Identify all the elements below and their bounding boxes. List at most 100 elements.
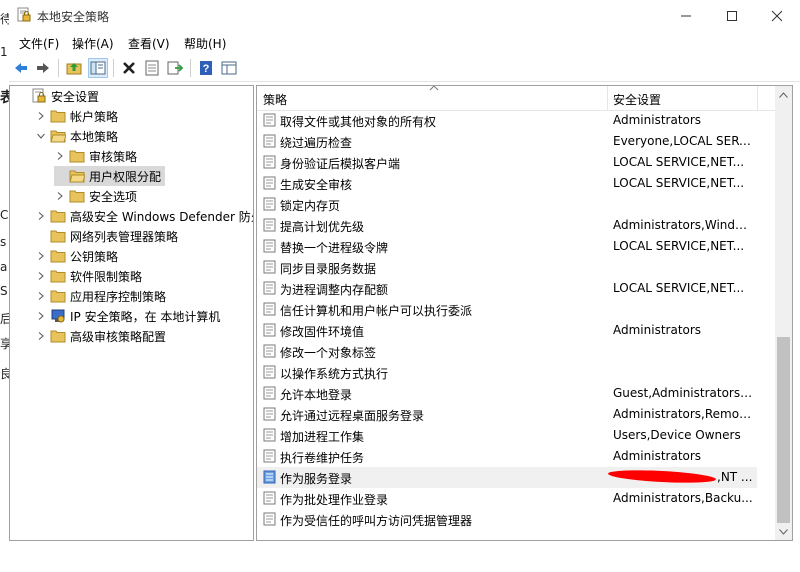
- tree-item-label: 审核策略: [89, 149, 138, 164]
- tree-item-windows-defender-firewall[interactable]: 高级安全 Windows Defender 防火墙: [35, 206, 253, 226]
- view-button[interactable]: [219, 58, 239, 78]
- tree-item-account-policies[interactable]: 帐户策略: [35, 106, 118, 126]
- up-folder-button[interactable]: [64, 58, 84, 78]
- tree-item-local-policies[interactable]: 本地策略: [35, 126, 118, 146]
- tree-item-label: 应用程序控制策略: [70, 289, 167, 304]
- background-char: 良: [0, 367, 9, 381]
- scrollbar-thumb[interactable]: [777, 337, 790, 523]
- scroll-up-button[interactable]: [775, 86, 792, 103]
- policy-row[interactable]: 同步目录服务数据: [257, 257, 757, 278]
- policy-row[interactable]: 作为服务登录 ,NT ...: [257, 467, 757, 488]
- tree-item-user-rights-assignment[interactable]: 用户权限分配: [54, 166, 166, 186]
- policy-icon: [263, 344, 276, 358]
- tree-item-advanced-audit[interactable]: 高级审核策略配置: [35, 326, 166, 346]
- expand-chevron-icon[interactable]: [35, 210, 47, 222]
- forward-button[interactable]: [33, 58, 53, 78]
- policy-row[interactable]: 信任计算机和用户帐户可以执行委派: [257, 299, 757, 320]
- menu-file[interactable]: 文件(F): [19, 35, 59, 52]
- policy-setting: LOCAL SERVICE,NET...: [613, 239, 745, 253]
- expand-chevron-icon[interactable]: [35, 250, 47, 262]
- tree-item-label: 用户权限分配: [89, 169, 162, 184]
- background-char: S: [0, 284, 8, 298]
- menu-help[interactable]: 帮助(H): [184, 35, 226, 52]
- folder-icon: [50, 290, 66, 303]
- expand-chevron-icon[interactable]: [35, 290, 47, 302]
- menu-action[interactable]: 操作(A): [72, 35, 114, 52]
- policy-row[interactable]: 绕过遍历检查 Everyone,LOCAL SERV...: [257, 131, 757, 152]
- tree-item-label: 高级审核策略配置: [70, 329, 167, 344]
- policy-row[interactable]: 提高计划优先级 Administrators,Windo...: [257, 215, 757, 236]
- tree-item-software-restriction[interactable]: 软件限制策略: [35, 266, 142, 286]
- policy-row[interactable]: 允许本地登录 Guest,Administrators,...: [257, 383, 757, 404]
- background-char: 待: [0, 12, 9, 26]
- maximize-button[interactable]: [709, 0, 755, 31]
- policy-icon: [263, 260, 276, 274]
- policy-setting: Administrators: [613, 449, 702, 463]
- background-char: a: [0, 260, 8, 274]
- collapse-chevron-icon[interactable]: [35, 130, 47, 142]
- policy-row[interactable]: 增加进程工作集 Users,Device Owners: [257, 425, 757, 446]
- policy-setting: Administrators,Windo...: [613, 218, 753, 232]
- folder-icon: [50, 210, 66, 223]
- expand-chevron-icon[interactable]: [35, 110, 47, 122]
- column-divider[interactable]: [757, 86, 758, 110]
- tree-item-application-control[interactable]: 应用程序控制策略: [35, 286, 166, 306]
- policy-icon: [263, 512, 276, 526]
- policy-row[interactable]: 取得文件或其他对象的所有权 Administrators: [257, 110, 757, 131]
- properties-icon: [145, 60, 159, 76]
- expand-chevron-icon[interactable]: [35, 330, 47, 342]
- policy-row[interactable]: 修改固件环境值 Administrators: [257, 320, 757, 341]
- column-header-policy[interactable]: 策略: [263, 91, 287, 108]
- policy-row[interactable]: 作为受信任的呼叫方访问凭据管理器: [257, 509, 757, 530]
- properties-button[interactable]: [142, 58, 162, 78]
- tree-item-public-key-policies[interactable]: 公钥策略: [35, 246, 118, 266]
- policy-name: 提高计划优先级: [280, 220, 365, 234]
- expand-chevron-icon[interactable]: [54, 150, 66, 162]
- export-list-button[interactable]: [165, 58, 185, 78]
- policy-row[interactable]: 以操作系统方式执行: [257, 362, 757, 383]
- svg-text:?: ?: [203, 63, 210, 75]
- policy-row[interactable]: 为进程调整内存配额 LOCAL SERVICE,NET...: [257, 278, 757, 299]
- policy-row[interactable]: 生成安全审核 LOCAL SERVICE,NET...: [257, 173, 757, 194]
- policy-name: 替换一个进程级令牌: [280, 241, 389, 255]
- expand-chevron-icon[interactable]: [35, 270, 47, 282]
- policy-setting: ,NT ...: [717, 470, 753, 484]
- policy-name: 允许通过远程桌面服务登录: [280, 409, 425, 423]
- policy-row[interactable]: 身份验证后模拟客户端 LOCAL SERVICE,NET...: [257, 152, 757, 173]
- tree-item-security-settings[interactable]: 安全设置: [16, 86, 99, 106]
- minimize-icon: [681, 15, 691, 16]
- policy-row[interactable]: 允许通过远程桌面服务登录 Administrators,Remot...: [257, 404, 757, 425]
- policy-row[interactable]: 修改一个对象标签: [257, 341, 757, 362]
- column-header-setting[interactable]: 安全设置: [613, 91, 661, 108]
- tree-item-audit-policy[interactable]: 审核策略: [54, 146, 137, 166]
- expand-chevron-icon[interactable]: [35, 310, 47, 322]
- policy-icon: [263, 302, 276, 316]
- minimize-button[interactable]: [663, 0, 709, 31]
- policy-name: 生成安全审核: [280, 178, 353, 192]
- policy-icon: [263, 134, 276, 148]
- back-button[interactable]: [11, 58, 31, 78]
- show-hide-tree-button[interactable]: [88, 58, 108, 78]
- tree-item-label: 安全选项: [89, 189, 138, 204]
- column-divider[interactable]: [607, 86, 608, 110]
- delete-button[interactable]: [119, 58, 139, 78]
- scroll-up-icon: [779, 91, 788, 98]
- tree-item-security-options[interactable]: 安全选项: [54, 186, 137, 206]
- policy-row[interactable]: 作为批处理作业登录 Administrators,Backu...: [257, 488, 757, 509]
- policy-icon: [263, 239, 276, 253]
- expand-chevron-icon[interactable]: [54, 190, 66, 202]
- policy-row[interactable]: 替换一个进程级令牌 LOCAL SERVICE,NET...: [257, 236, 757, 257]
- policy-name: 身份验证后模拟客户端: [280, 157, 401, 171]
- scroll-down-button[interactable]: [775, 523, 792, 540]
- tree-item-label: 网络列表管理器策略: [70, 229, 179, 244]
- close-button[interactable]: [754, 0, 800, 31]
- tree-item-label: 帐户策略: [70, 109, 119, 124]
- menu-view[interactable]: 查看(V): [128, 35, 170, 52]
- tree-item-network-list-manager[interactable]: 网络列表管理器策略: [35, 226, 178, 246]
- help-button[interactable]: ?: [196, 58, 216, 78]
- vertical-scrollbar[interactable]: [775, 86, 792, 540]
- tree-item-ip-security[interactable]: IP 安全策略，在 本地计算机: [35, 306, 220, 326]
- policy-row[interactable]: 执行卷维护任务 Administrators: [257, 446, 757, 467]
- policy-row[interactable]: 锁定内存页: [257, 194, 757, 215]
